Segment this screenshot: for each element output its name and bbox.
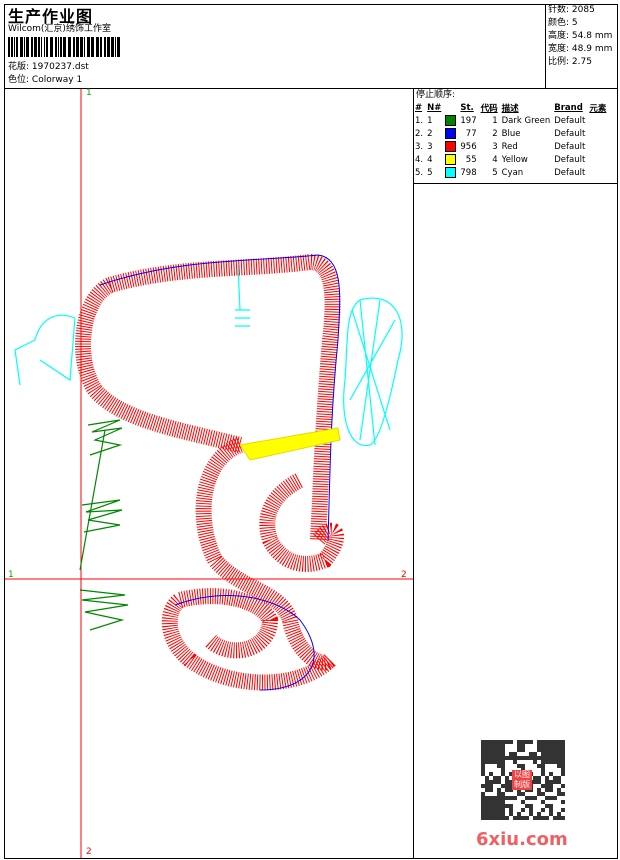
axis-label-v-bottom: 2: [86, 847, 92, 857]
seal-logo: 以图制版: [512, 770, 532, 790]
axis-label-h-right: 2: [401, 570, 407, 580]
embroidery-preview: [5, 89, 413, 858]
production-worksheet: 生产作业图 Wilcom(汇京)绣饰工作室 花版: 1970237.dst 色位…: [0, 0, 620, 860]
watermark-logo: 6xiu.com: [476, 829, 568, 850]
blue-outline: [99, 254, 341, 691]
green-stitches: [79, 419, 129, 631]
axis-label-v-top: 1: [86, 88, 92, 98]
cyan-stitches: [14, 264, 403, 447]
axis-label-h-left: 1: [8, 570, 14, 580]
